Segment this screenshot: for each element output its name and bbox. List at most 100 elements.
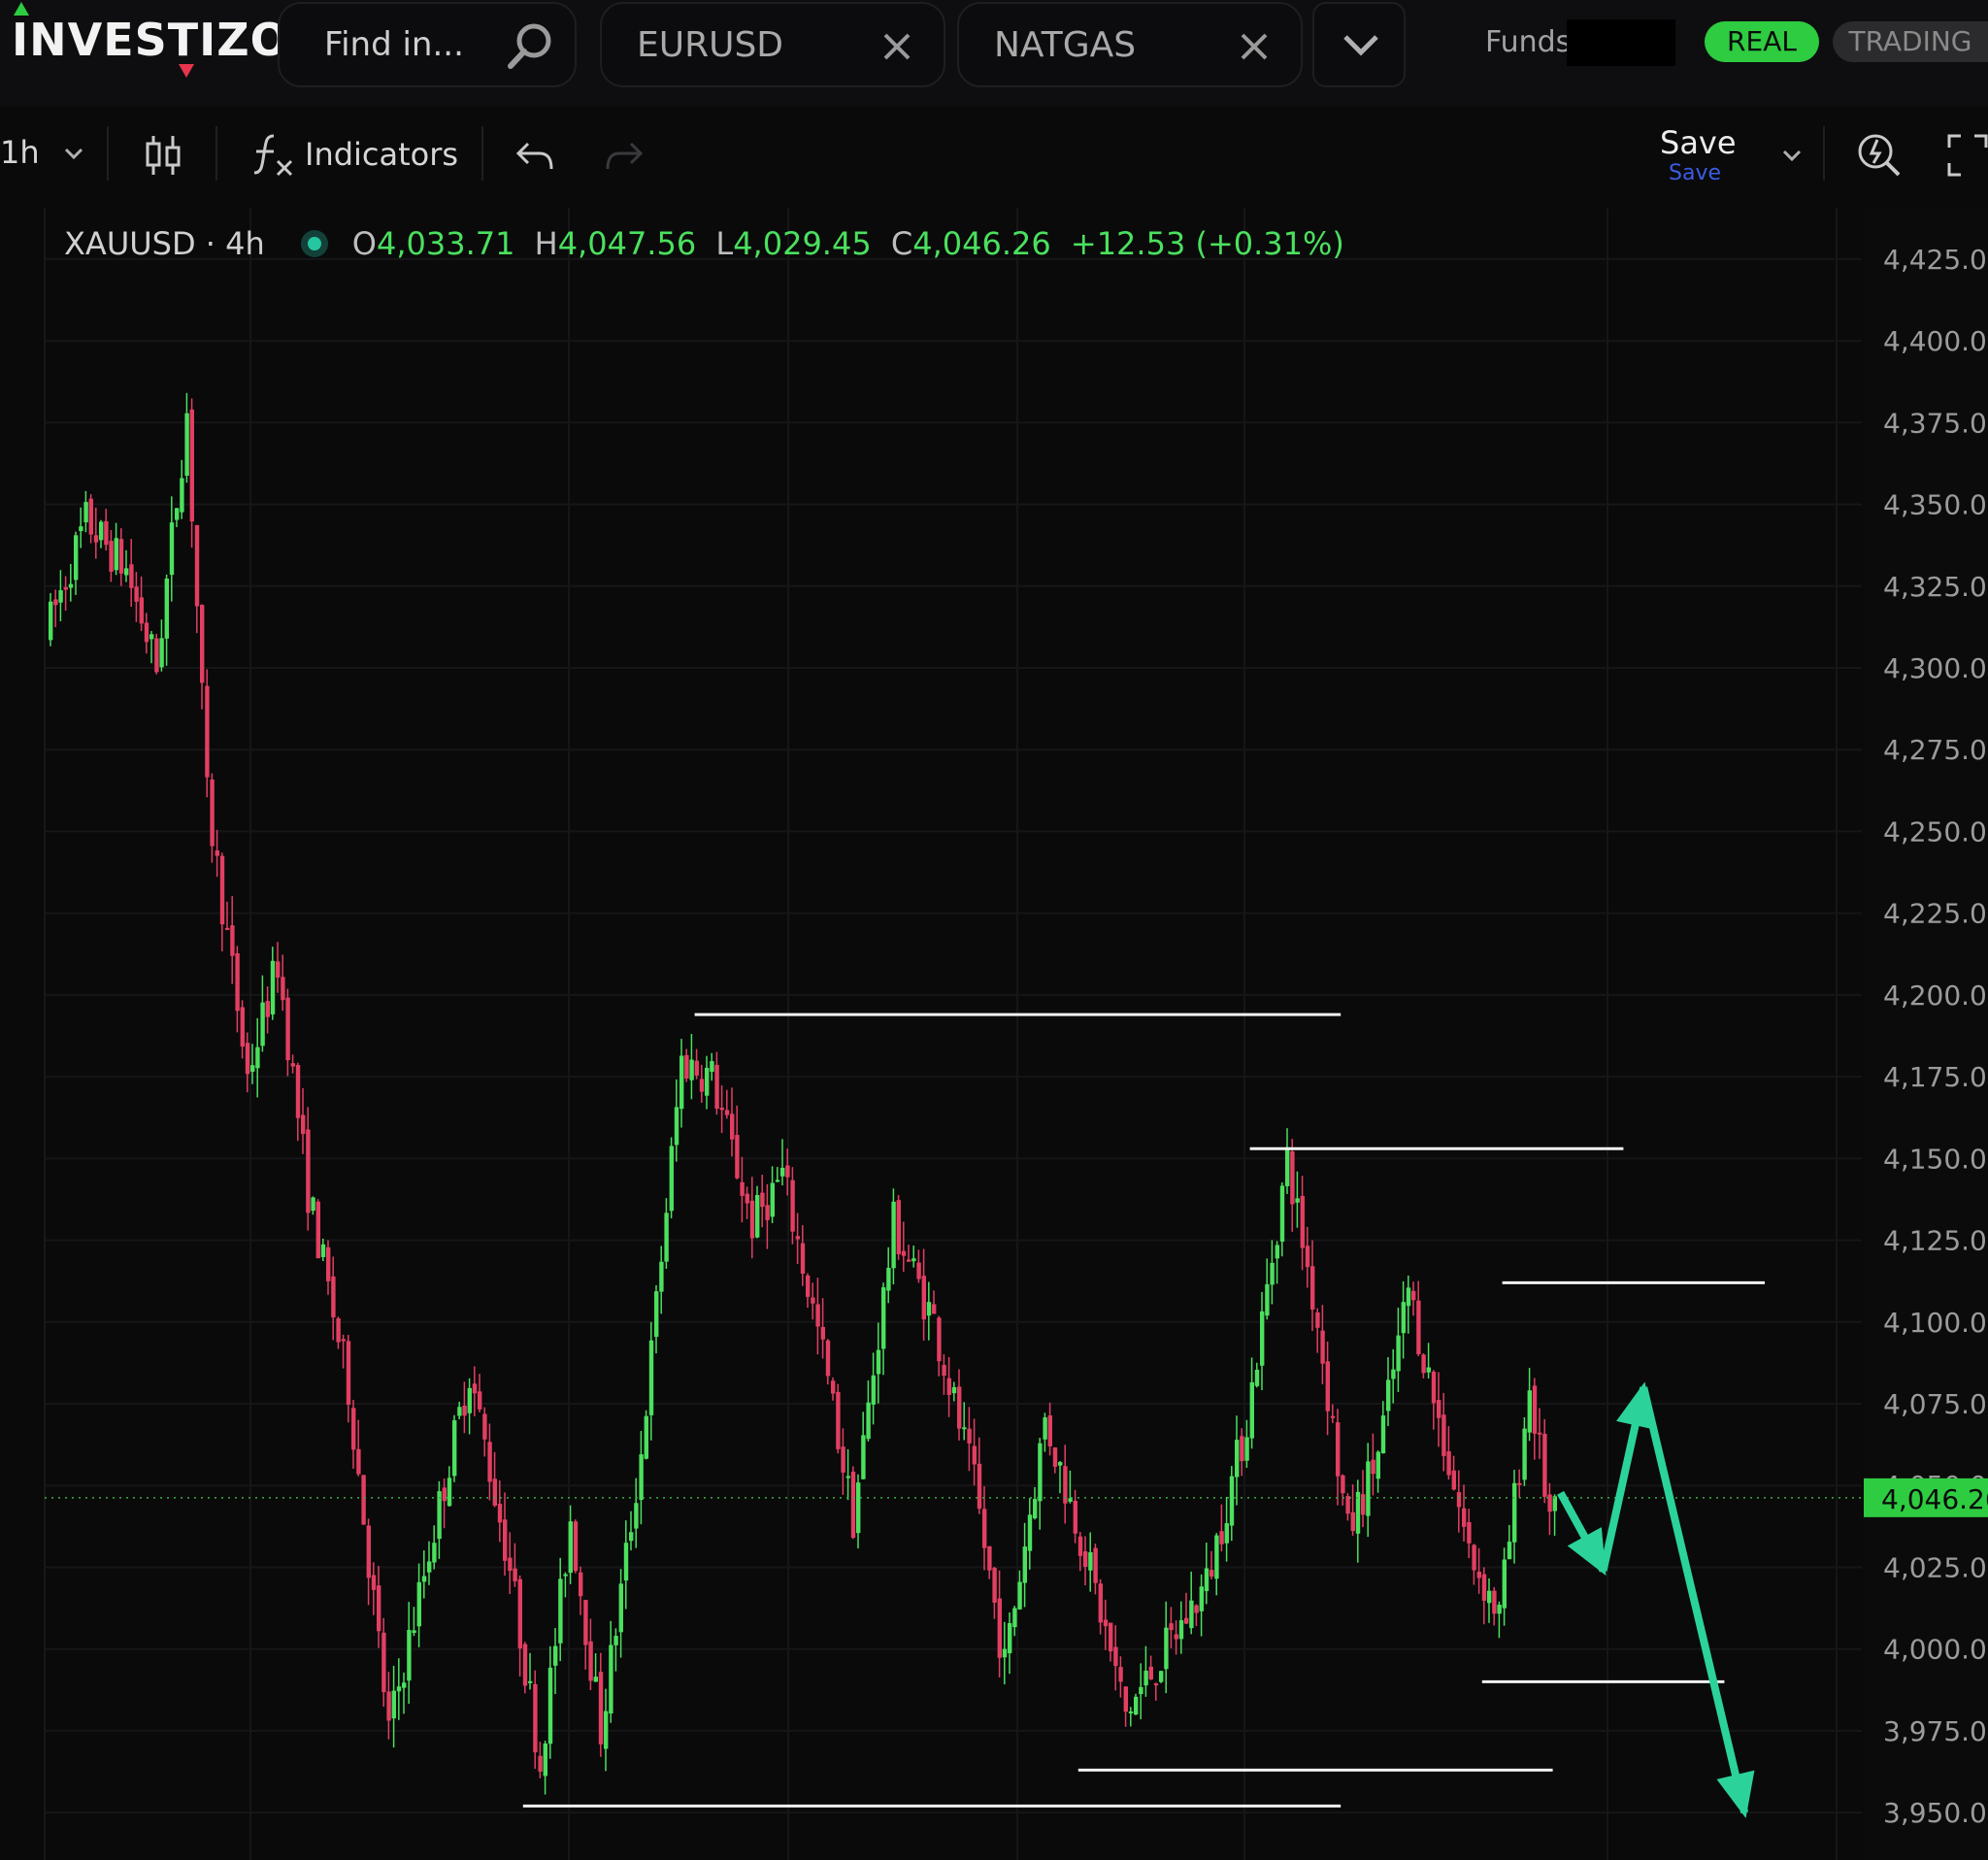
price-tick-label: 4,000.00 bbox=[1883, 1634, 1988, 1666]
price-axis[interactable]: 4,425.00 4,400.00 4,375.00 4,350.00 4,325.00… bbox=[1864, 208, 1988, 1860]
chevron-down-icon[interactable] bbox=[1778, 144, 1806, 167]
top-bar: INVESTIZO Find in... EURUSD NATGAS Funds… bbox=[0, 0, 1988, 107]
undo-icon[interactable] bbox=[514, 136, 557, 175]
timeframe-selector[interactable]: 1h bbox=[0, 134, 40, 171]
candle-body bbox=[1189, 1600, 1194, 1629]
candle-body bbox=[447, 1478, 452, 1507]
indicators-label: Indicators bbox=[305, 136, 459, 173]
candlestick-series bbox=[49, 392, 1557, 1795]
candle-body bbox=[427, 1561, 432, 1573]
price-tick-label: 4,200.00 bbox=[1883, 980, 1988, 1012]
candle-body bbox=[689, 1059, 694, 1080]
investizo-logo[interactable]: INVESTIZO bbox=[12, 2, 289, 78]
horizontal-levels bbox=[45, 1013, 1862, 1808]
candle-body bbox=[740, 1181, 745, 1196]
low-key: L bbox=[715, 225, 734, 262]
current-price-tag-label: 4,046.26 bbox=[1881, 1483, 1988, 1515]
candle-body bbox=[194, 524, 200, 607]
candle-body bbox=[770, 1182, 775, 1217]
fullscreen-icon[interactable] bbox=[1945, 132, 1988, 179]
candle-body bbox=[492, 1478, 497, 1506]
toolbar-divider bbox=[215, 126, 217, 181]
function-fx-icon bbox=[253, 134, 293, 177]
tabs-dropdown-button[interactable] bbox=[1312, 2, 1406, 87]
candle-body bbox=[547, 1667, 553, 1744]
candle-body bbox=[568, 1521, 573, 1574]
tab-natgas[interactable]: NATGAS bbox=[957, 2, 1303, 87]
logo-text: INVESTIZO bbox=[12, 14, 289, 66]
candle-body bbox=[326, 1246, 331, 1281]
candle-body bbox=[749, 1200, 755, 1239]
price-tick-label: 4,075.00 bbox=[1883, 1388, 1988, 1420]
candle-body bbox=[1341, 1475, 1345, 1494]
candle-body bbox=[896, 1200, 901, 1255]
close-icon[interactable] bbox=[1237, 29, 1272, 64]
candle-body bbox=[845, 1476, 850, 1478]
candle-body bbox=[977, 1463, 982, 1510]
candle-body bbox=[487, 1442, 492, 1482]
candle-body bbox=[346, 1341, 351, 1405]
candle-body bbox=[235, 953, 240, 1012]
candle-body bbox=[508, 1557, 513, 1572]
candle-body bbox=[1406, 1287, 1411, 1307]
candle-body bbox=[669, 1146, 674, 1212]
candle-body bbox=[245, 1043, 250, 1075]
candle-body bbox=[290, 1063, 295, 1067]
close-icon[interactable] bbox=[879, 29, 914, 64]
candle-body bbox=[1481, 1574, 1487, 1601]
search-placeholder: Find in... bbox=[324, 25, 464, 64]
candle-body bbox=[1058, 1462, 1063, 1466]
candle-body bbox=[1279, 1185, 1285, 1243]
trading-button[interactable]: TRADING bbox=[1833, 21, 1988, 62]
search-box[interactable]: Find in... bbox=[278, 2, 577, 87]
candle-body bbox=[760, 1192, 765, 1208]
candle-body bbox=[281, 977, 285, 1001]
candle-body bbox=[472, 1383, 478, 1394]
candle-body bbox=[1169, 1623, 1174, 1631]
candle-body bbox=[891, 1201, 896, 1269]
candle-body bbox=[654, 1291, 659, 1338]
close-key: C bbox=[890, 225, 913, 262]
candle-body bbox=[1244, 1437, 1249, 1461]
candle-body bbox=[452, 1420, 457, 1477]
tab-eurusd[interactable]: EURUSD bbox=[600, 2, 945, 87]
candle-body bbox=[1472, 1544, 1476, 1571]
candle-body bbox=[1224, 1523, 1229, 1544]
candle-body bbox=[1366, 1461, 1371, 1516]
candle-body bbox=[250, 1065, 255, 1072]
candle-body bbox=[573, 1521, 579, 1572]
candle-body bbox=[315, 1201, 320, 1259]
ohlc-legend: XAUUSD · 4h O4,033.71 H4,047.56 L4,029.45… bbox=[64, 225, 1344, 262]
candle-body bbox=[1512, 1482, 1517, 1543]
candle-body bbox=[215, 850, 219, 856]
candle-body bbox=[478, 1391, 482, 1410]
candle-body bbox=[785, 1165, 790, 1178]
candle-body bbox=[164, 579, 169, 639]
candle-body bbox=[1265, 1283, 1270, 1316]
candle-body bbox=[154, 638, 159, 673]
candle-body bbox=[58, 590, 63, 603]
candle-body bbox=[679, 1055, 684, 1110]
candle-body bbox=[1235, 1440, 1240, 1478]
candle-body bbox=[1507, 1542, 1512, 1560]
candle-body bbox=[1336, 1422, 1341, 1477]
chevron-down-icon[interactable] bbox=[60, 142, 87, 165]
candle-body bbox=[1285, 1146, 1290, 1186]
save-button[interactable]: Save bbox=[1660, 124, 1737, 161]
symbol-label[interactable]: XAUUSD · 4h bbox=[64, 225, 265, 262]
price-chart[interactable]: 4,425.00 4,400.00 4,375.00 4,350.00 4,325.00… bbox=[0, 208, 1988, 1860]
candle-body bbox=[1497, 1605, 1502, 1614]
candles-chart-type-icon[interactable] bbox=[142, 132, 184, 179]
candle-body bbox=[396, 1686, 402, 1692]
candle-body bbox=[1077, 1536, 1083, 1556]
candle-body bbox=[1134, 1696, 1139, 1715]
real-account-button[interactable]: REAL bbox=[1705, 21, 1819, 62]
quick-search-icon[interactable] bbox=[1854, 130, 1905, 181]
candle-body bbox=[916, 1262, 921, 1279]
candle-body bbox=[714, 1064, 719, 1110]
price-tick-label: 4,425.00 bbox=[1883, 244, 1988, 276]
redo-icon[interactable] bbox=[602, 136, 645, 175]
candle-body bbox=[513, 1568, 517, 1581]
candle-body bbox=[371, 1575, 377, 1590]
candle-body bbox=[820, 1326, 825, 1340]
